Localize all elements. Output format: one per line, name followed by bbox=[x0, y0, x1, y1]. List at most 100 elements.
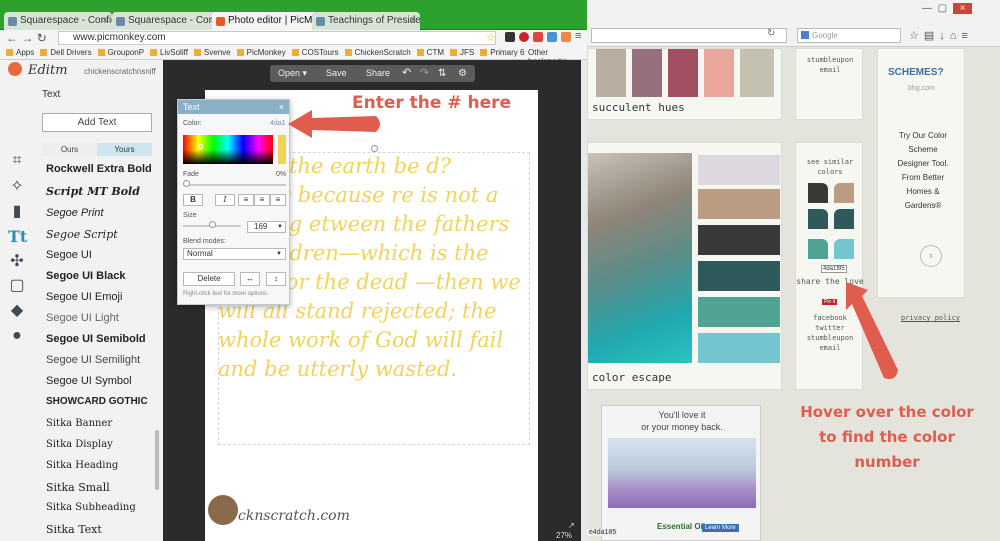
account-name[interactable]: chickenscratchnsniff bbox=[84, 67, 156, 76]
text-tool-icon[interactable]: Tt bbox=[8, 228, 27, 246]
color-picker-cursor[interactable] bbox=[198, 144, 203, 149]
email-link[interactable]: email bbox=[796, 65, 864, 75]
font-item[interactable]: Rockwell Extra Bold bbox=[46, 163, 152, 175]
color-swatch[interactable] bbox=[740, 49, 774, 97]
size-slider-knob[interactable] bbox=[209, 221, 216, 228]
brush-icon[interactable]: ▮ bbox=[8, 203, 26, 221]
delete-button[interactable]: Delete bbox=[183, 272, 235, 286]
save-button[interactable]: Save bbox=[326, 65, 347, 82]
font-item[interactable]: Segoe Print bbox=[46, 207, 103, 219]
similar-swatch[interactable] bbox=[834, 209, 854, 229]
font-item[interactable]: Segoe UI Semilight bbox=[46, 354, 140, 366]
font-item[interactable]: Segoe UI bbox=[46, 249, 92, 261]
rotate-handle[interactable] bbox=[371, 145, 378, 152]
browser-tab[interactable]: Teachings of Presidents of× bbox=[312, 12, 420, 30]
blend-dropdown-icon[interactable]: ▼ bbox=[276, 249, 282, 259]
align-left-icon[interactable]: ≡ bbox=[238, 194, 254, 206]
browser-tab[interactable]: Squarespace - Configurati× bbox=[112, 12, 220, 30]
font-item[interactable]: Sitka Small bbox=[46, 481, 110, 494]
reload-icon[interactable]: ↻ bbox=[37, 31, 47, 45]
texture-icon[interactable]: ◆ bbox=[8, 302, 26, 320]
color-swatch[interactable] bbox=[698, 297, 780, 327]
ff-reload-icon[interactable]: ↻ bbox=[767, 28, 775, 39]
panel-close-icon[interactable]: × bbox=[279, 100, 284, 114]
font-item[interactable]: Script MT Bold bbox=[46, 185, 140, 198]
size-dropdown-icon[interactable]: ▼ bbox=[277, 222, 283, 232]
bookmark-item[interactable]: Primary 6 bbox=[480, 46, 524, 60]
similar-swatch[interactable] bbox=[808, 239, 828, 259]
close-tab-icon[interactable]: × bbox=[102, 12, 108, 30]
bookmark-item[interactable]: Svenve bbox=[194, 46, 231, 60]
ff-menu-icon[interactable]: ≡ bbox=[961, 30, 972, 42]
font-item[interactable]: Segoe UI Semibold bbox=[46, 333, 146, 345]
color-picker[interactable] bbox=[183, 135, 273, 164]
caption-escape[interactable]: color escape bbox=[592, 371, 671, 384]
maximize-icon[interactable]: ▢ bbox=[938, 3, 947, 14]
share-button[interactable]: Share bbox=[366, 65, 390, 82]
promo-text[interactable]: Try Our Color Scheme Designer Tool. From… bbox=[892, 129, 954, 213]
font-item[interactable]: Sitka Subheading bbox=[46, 502, 136, 513]
color-swatch[interactable] bbox=[698, 155, 780, 185]
font-item[interactable]: Sitka Text bbox=[46, 523, 102, 536]
color-swatch[interactable] bbox=[698, 225, 780, 255]
font-item[interactable]: Segoe UI Light bbox=[46, 312, 119, 324]
advertisement[interactable]: You'll love it or your money back. Essen… bbox=[601, 405, 761, 541]
bookmark-item[interactable]: COSTours bbox=[292, 46, 339, 60]
font-item[interactable]: Sitka Banner bbox=[46, 418, 112, 429]
flip-horizontal-icon[interactable]: ↔ bbox=[240, 272, 260, 286]
mail-icon[interactable] bbox=[533, 32, 543, 42]
bookmark-item[interactable]: PicMonkey bbox=[237, 46, 286, 60]
color-swatch[interactable] bbox=[632, 49, 662, 97]
extension-icon[interactable] bbox=[547, 32, 557, 42]
ours-toggle[interactable]: Ours bbox=[42, 143, 97, 156]
blend-select[interactable]: Normal ▼ bbox=[183, 248, 286, 260]
color-swatch[interactable] bbox=[596, 49, 626, 97]
italic-button[interactable]: I bbox=[215, 194, 235, 206]
home-icon[interactable]: ⌂ bbox=[950, 30, 962, 42]
font-item[interactable]: Segoe UI Symbol bbox=[46, 375, 132, 387]
bookmark-item[interactable]: ChickenScratch bbox=[345, 46, 411, 60]
zoom-level[interactable]: 27% bbox=[556, 531, 572, 540]
align-center-icon[interactable]: ≡ bbox=[254, 194, 270, 206]
similar-swatch[interactable] bbox=[834, 183, 854, 203]
color-swatch[interactable] bbox=[698, 261, 780, 291]
redo-icon[interactable]: ↷ bbox=[420, 65, 429, 82]
fade-slider[interactable] bbox=[183, 184, 286, 186]
pinterest-icon[interactable] bbox=[519, 32, 529, 42]
font-item[interactable]: SHOWCARD GOTHIC bbox=[46, 396, 148, 407]
color-swatch[interactable] bbox=[698, 333, 780, 363]
apple-icon[interactable]: ● bbox=[8, 327, 26, 345]
bold-button[interactable]: B bbox=[183, 194, 203, 206]
yours-toggle[interactable]: Yours bbox=[97, 143, 152, 156]
font-item[interactable]: Segoe UI Emoji bbox=[46, 291, 122, 303]
layers-icon[interactable]: ⇅ bbox=[438, 65, 446, 82]
undo-icon[interactable]: ↶ bbox=[402, 65, 411, 82]
ff-url-field[interactable] bbox=[591, 28, 787, 43]
frame-icon[interactable]: ▢ bbox=[8, 277, 26, 295]
fade-slider-knob[interactable] bbox=[183, 180, 190, 187]
bookmarks-menu-icon[interactable]: ▤ bbox=[924, 30, 939, 42]
bookmark-item[interactable]: Apps bbox=[6, 46, 34, 60]
forward-icon[interactable]: → bbox=[21, 31, 33, 45]
ad-cta-button[interactable]: Learn More bbox=[702, 524, 739, 532]
font-item[interactable]: Segoe Script bbox=[46, 228, 118, 241]
align-right-icon[interactable]: ≡ bbox=[270, 194, 286, 206]
color-swatch[interactable] bbox=[704, 49, 734, 97]
similar-swatch[interactable] bbox=[834, 239, 854, 259]
settings-gear-icon[interactable]: ⚙ bbox=[458, 65, 467, 82]
zoom-arrows-icon[interactable]: ↗ bbox=[568, 521, 575, 530]
similar-swatch[interactable] bbox=[808, 183, 828, 203]
font-list-scrollbar[interactable] bbox=[155, 430, 159, 490]
menu-icon[interactable]: ≡ bbox=[575, 30, 581, 42]
sea-cave-photo[interactable] bbox=[588, 153, 692, 363]
ff-search-field[interactable]: Google bbox=[797, 28, 901, 43]
stumbleupon-link[interactable]: stumbleupon bbox=[796, 55, 864, 65]
color-swatch[interactable] bbox=[698, 189, 780, 219]
next-arrow-icon[interactable]: › bbox=[920, 245, 942, 267]
add-text-button[interactable]: Add Text bbox=[42, 113, 152, 132]
close-tab-icon[interactable]: × bbox=[410, 12, 416, 30]
bookmark-star-icon[interactable]: ☆ bbox=[486, 31, 496, 44]
color-swatch[interactable] bbox=[668, 49, 698, 97]
caption-succulent[interactable]: succulent hues bbox=[592, 101, 685, 114]
size-input[interactable]: 169 ▼ bbox=[247, 221, 286, 233]
